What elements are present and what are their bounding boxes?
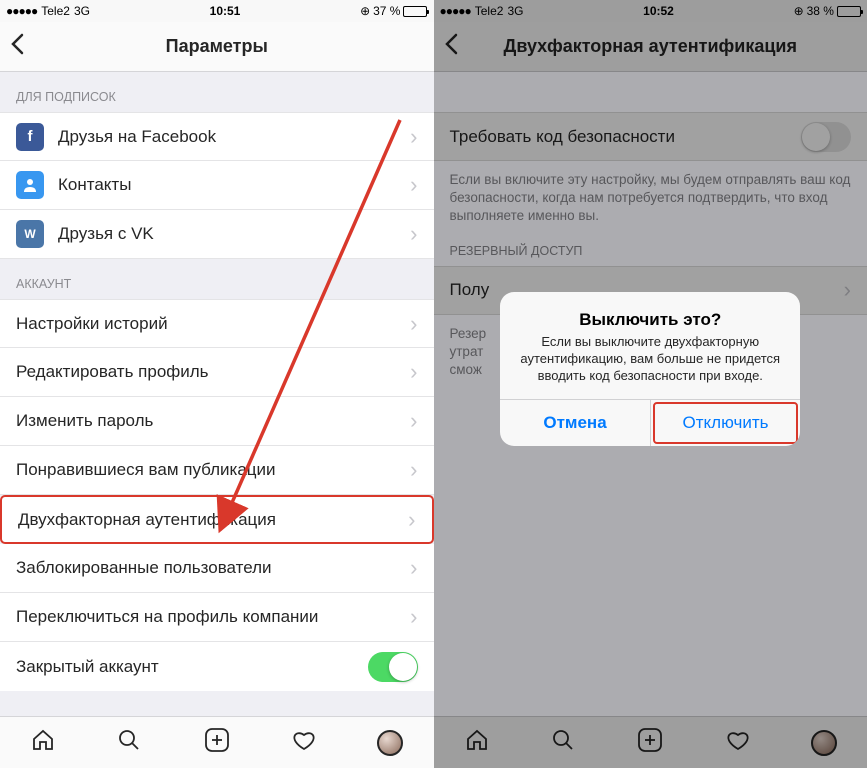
network-type: 3G (74, 4, 90, 18)
row-two-factor-auth[interactable]: Двухфакторная аутентификация › (0, 495, 434, 544)
row-edit-profile[interactable]: Редактировать профиль › (0, 348, 434, 397)
settings-content: ДЛЯ ПОДПИСОК f Друзья на Facebook › Конт… (0, 72, 434, 716)
row-label: Изменить пароль (16, 411, 410, 431)
chevron-right-icon: › (410, 124, 417, 150)
clock: 10:51 (210, 4, 241, 18)
row-story-settings[interactable]: Настройки историй › (0, 299, 434, 348)
chevron-right-icon: › (408, 507, 415, 533)
chevron-right-icon: › (410, 221, 417, 247)
tab-search[interactable] (116, 727, 142, 758)
page-title: Параметры (0, 36, 434, 57)
phone-left: ●●●●● Tele2 3G 10:51 ⊕ 37 % Параметры ДЛ… (0, 0, 434, 768)
row-blocked-users[interactable]: Заблокированные пользователи › (0, 544, 434, 593)
chevron-right-icon: › (410, 172, 417, 198)
tab-bar (0, 716, 434, 768)
dialog-cancel-button[interactable]: Отмена (500, 400, 651, 446)
row-switch-business[interactable]: Переключиться на профиль компании › (0, 593, 434, 642)
chevron-right-icon: › (410, 359, 417, 385)
contacts-icon (16, 171, 44, 199)
rotation-lock-icon: ⊕ (360, 4, 370, 18)
tab-profile[interactable] (377, 730, 403, 756)
row-label: Заблокированные пользователи (16, 558, 410, 578)
row-label: Переключиться на профиль компании (16, 607, 410, 627)
nav-header: Параметры (0, 22, 434, 72)
row-label: Редактировать профиль (16, 362, 410, 382)
phone-right: ●●●●● Tele2 3G 10:52 ⊕ 38 % Двухфакторна… (434, 0, 867, 768)
facebook-icon: f (16, 123, 44, 151)
row-label: Понравившиеся вам публикации (16, 460, 410, 480)
battery-pct: 37 % (373, 4, 400, 18)
battery-icon (403, 6, 427, 17)
vk-icon: W (16, 220, 44, 248)
chevron-right-icon: › (410, 311, 417, 337)
row-private-account[interactable]: Закрытый аккаунт (0, 642, 434, 691)
chevron-right-icon: › (410, 604, 417, 630)
dialog-text: Если вы выключите двухфакторную аутентиф… (518, 334, 782, 385)
section-account-header: АККАУНТ (0, 259, 434, 299)
chevron-right-icon: › (410, 408, 417, 434)
row-label: Двухфакторная аутентификация (18, 510, 408, 530)
row-vk-friends[interactable]: W Друзья с VK › (0, 210, 434, 259)
back-button[interactable] (10, 31, 40, 62)
statusbar: ●●●●● Tele2 3G 10:51 ⊕ 37 % (0, 0, 434, 22)
carrier-name: Tele2 (41, 4, 70, 18)
confirm-dialog: Выключить это? Если вы выключите двухфак… (500, 292, 800, 446)
row-contacts[interactable]: Контакты › (0, 161, 434, 210)
row-label: Контакты (58, 175, 410, 195)
row-facebook-friends[interactable]: f Друзья на Facebook › (0, 112, 434, 161)
chevron-right-icon: › (410, 457, 417, 483)
chevron-right-icon: › (410, 555, 417, 581)
avatar (377, 730, 403, 756)
signal-dots: ●●●●● (6, 4, 37, 18)
section-subscriptions-header: ДЛЯ ПОДПИСОК (0, 72, 434, 112)
tab-add[interactable] (203, 726, 231, 759)
row-label: Настройки историй (16, 314, 410, 334)
dialog-confirm-button[interactable]: Отключить (651, 400, 801, 446)
row-label: Друзья на Facebook (58, 127, 410, 147)
row-label: Друзья с VK (58, 224, 410, 244)
chevron-left-icon (10, 33, 24, 55)
row-change-password[interactable]: Изменить пароль › (0, 397, 434, 446)
private-account-toggle[interactable] (368, 652, 418, 682)
tab-activity[interactable] (291, 727, 317, 758)
tab-home[interactable] (30, 727, 56, 758)
row-liked-posts[interactable]: Понравившиеся вам публикации › (0, 446, 434, 495)
row-label: Закрытый аккаунт (16, 657, 368, 677)
dialog-title: Выключить это? (518, 310, 782, 330)
